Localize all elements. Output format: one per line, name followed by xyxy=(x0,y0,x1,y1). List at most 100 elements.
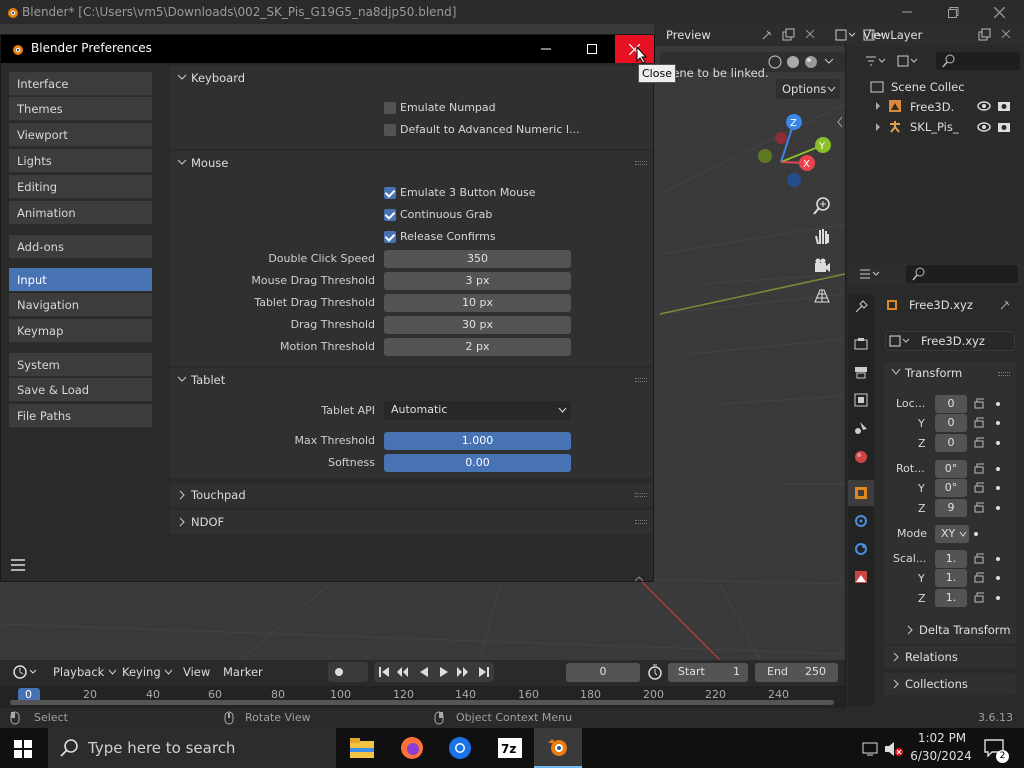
view-menu[interactable]: View xyxy=(183,665,210,679)
maximize-button[interactable] xyxy=(930,0,976,24)
options-dropdown[interactable]: Options xyxy=(776,79,840,99)
close-x-icon[interactable] xyxy=(1000,28,1012,40)
firefox-icon[interactable] xyxy=(388,728,436,768)
max-threshold-slider[interactable]: 1.000 xyxy=(384,432,571,450)
shading-material-icon[interactable] xyxy=(804,55,818,69)
windows-start-icon[interactable] xyxy=(14,740,32,758)
object-name[interactable]: Free3D.xyz xyxy=(909,298,973,312)
timeline-scrollbar[interactable] xyxy=(10,700,834,705)
camera-render-icon[interactable] xyxy=(997,100,1011,112)
drag-handle[interactable] xyxy=(635,493,647,497)
location-y-field[interactable]: 0 xyxy=(935,414,967,432)
drag-handle[interactable] xyxy=(635,161,647,165)
7zip-icon[interactable]: 7z xyxy=(486,728,534,768)
nav-themes[interactable]: Themes xyxy=(9,97,152,121)
nav-navigation[interactable]: Navigation xyxy=(9,293,152,317)
prefs-maximize-button[interactable] xyxy=(569,35,615,63)
keyboard-header[interactable]: Keyboard xyxy=(169,66,653,90)
modifier-tab-icon[interactable] xyxy=(853,513,869,529)
nav-file-paths[interactable]: File Paths xyxy=(9,404,152,428)
tool-tab-icon[interactable] xyxy=(853,299,869,315)
motion-threshold-field[interactable]: 2 px xyxy=(384,338,571,356)
rotation-x-field[interactable]: 0° xyxy=(935,460,967,478)
object-tab-icon[interactable] xyxy=(853,485,869,501)
nav-lights[interactable]: Lights xyxy=(9,149,152,173)
volume-muted-icon[interactable] xyxy=(884,742,904,756)
chevron-down-icon[interactable] xyxy=(824,57,834,65)
tablet-drag-threshold-field[interactable]: 10 px xyxy=(384,294,571,312)
object-name-field[interactable]: Free3D.xyz xyxy=(885,331,1015,351)
nav-interface[interactable]: Interface xyxy=(9,72,152,96)
touchpad-header[interactable]: Touchpad xyxy=(169,483,653,507)
outliner-mode-icon[interactable] xyxy=(896,54,922,68)
release-confirms-checkbox[interactable] xyxy=(384,231,396,243)
eye-icon[interactable] xyxy=(977,121,991,133)
jump-start-icon[interactable] xyxy=(378,666,390,678)
jump-end-icon[interactable] xyxy=(478,666,490,678)
minimize-button[interactable] xyxy=(884,0,930,24)
scale-z-field[interactable]: 1. xyxy=(935,589,967,607)
relations-header[interactable]: Relations xyxy=(905,650,958,664)
world-tab-icon[interactable] xyxy=(853,449,869,465)
file-explorer-icon[interactable] xyxy=(338,728,386,768)
jump-keyframe-back-icon[interactable] xyxy=(396,666,410,678)
emulate-numpad-checkbox[interactable] xyxy=(384,102,396,114)
auto-keying-toggle[interactable] xyxy=(328,662,368,682)
properties-editor-type-icon[interactable] xyxy=(858,267,884,281)
mouse-drag-threshold-field[interactable]: 3 px xyxy=(384,272,571,290)
grid-view-icon[interactable] xyxy=(812,286,832,306)
location-z-field[interactable]: 0 xyxy=(935,434,967,452)
close-window-button[interactable] xyxy=(976,0,1022,24)
emulate-3-button-checkbox[interactable] xyxy=(384,187,396,199)
hamburger-menu-icon[interactable] xyxy=(11,559,25,571)
outliner-search-input[interactable] xyxy=(936,52,1020,70)
stopwatch-icon[interactable] xyxy=(647,664,663,680)
pin-icon[interactable] xyxy=(998,298,1012,312)
shading-solid-icon[interactable] xyxy=(786,55,800,69)
transform-header[interactable]: Transform xyxy=(905,366,962,380)
camera-icon[interactable] xyxy=(812,256,832,276)
location-x-field[interactable]: 0 xyxy=(935,395,967,413)
sidebar-toggle-icon[interactable] xyxy=(836,116,844,128)
marker-menu[interactable]: Marker xyxy=(223,665,263,679)
end-frame-field[interactable]: End 250 xyxy=(755,663,838,682)
continuous-grab-checkbox[interactable] xyxy=(384,209,396,221)
render-tab-icon[interactable] xyxy=(853,336,869,352)
output-tab-icon[interactable] xyxy=(853,364,869,380)
nav-system[interactable]: System xyxy=(9,353,152,377)
nav-add-ons[interactable]: Add-ons xyxy=(9,235,152,259)
blender-taskbar-icon[interactable] xyxy=(534,728,582,768)
drag-handle[interactable] xyxy=(635,520,647,524)
taskbar-search-box[interactable]: Type here to search xyxy=(48,728,336,768)
resize-corner-icon[interactable] xyxy=(634,575,644,583)
rotation-z-field[interactable]: 9 xyxy=(935,499,967,517)
hand-pan-icon[interactable] xyxy=(812,226,832,246)
lock-icons[interactable] xyxy=(972,396,1002,608)
drag-handle[interactable] xyxy=(635,378,647,382)
rotation-y-field[interactable]: 0° xyxy=(935,479,967,497)
nav-viewport[interactable]: Viewport xyxy=(9,123,152,147)
play-reverse-icon[interactable] xyxy=(418,666,430,678)
softness-slider[interactable]: 0.00 xyxy=(384,454,571,472)
outliner-item[interactable]: Free3D. xyxy=(910,100,954,114)
double-click-speed-field[interactable]: 350 xyxy=(384,250,571,268)
physics-tab-icon[interactable] xyxy=(853,541,869,557)
timeline-ruler[interactable]: 0 20 40 60 80 100 120 140 160 180 200 22… xyxy=(0,686,845,708)
scene-collection-label[interactable]: Scene Collec xyxy=(891,80,965,94)
camera-render-icon[interactable] xyxy=(997,121,1011,133)
zoom-icon[interactable] xyxy=(812,196,832,216)
expand-arrow-icon[interactable] xyxy=(874,101,882,111)
tablet-header[interactable]: Tablet xyxy=(169,368,653,392)
nav-editing[interactable]: Editing xyxy=(9,175,152,199)
pin-icon[interactable] xyxy=(760,28,774,42)
chevron-right-icon[interactable] xyxy=(892,652,900,662)
prefs-close-button[interactable] xyxy=(615,35,654,63)
chevron-right-icon[interactable] xyxy=(892,679,900,689)
play-icon[interactable] xyxy=(438,666,450,678)
collections-header[interactable]: Collections xyxy=(905,677,968,691)
default-advanced-numeric-checkbox[interactable] xyxy=(384,124,396,136)
view-layer-tab-icon[interactable] xyxy=(853,392,869,408)
scale-x-field[interactable]: 1. xyxy=(935,550,967,568)
chrome-icon[interactable] xyxy=(436,728,484,768)
duplicate-icon[interactable] xyxy=(978,28,992,42)
